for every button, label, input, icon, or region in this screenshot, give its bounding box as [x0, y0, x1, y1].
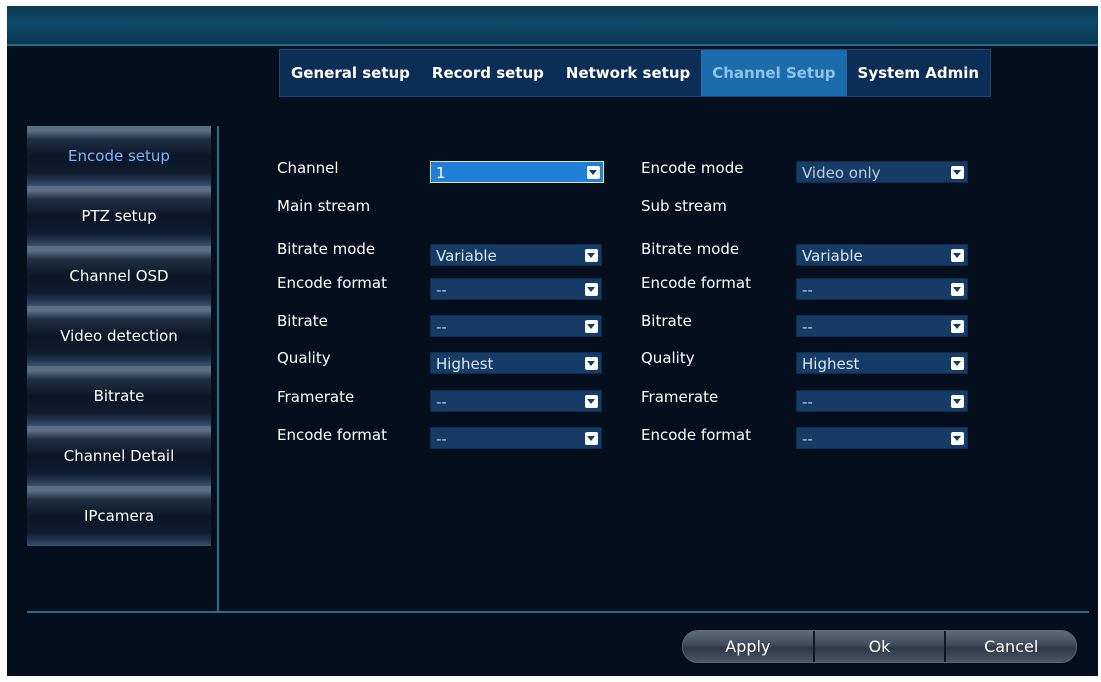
- chevron-down-icon: [951, 249, 964, 262]
- sub-stream-heading: Sub stream: [641, 197, 727, 215]
- sub-encode-format-select[interactable]: --: [796, 278, 968, 300]
- channel-select[interactable]: 1: [430, 161, 604, 183]
- sidebar-item-encode-setup[interactable]: Encode setup: [27, 126, 211, 186]
- main-bitrate-value: --: [436, 318, 447, 336]
- cancel-button[interactable]: Cancel: [946, 631, 1076, 662]
- action-buttons: Apply Ok Cancel: [682, 630, 1077, 663]
- main-quality-label: Quality: [277, 349, 331, 367]
- sub-encode-format-2-select[interactable]: --: [796, 427, 968, 449]
- sidebar-divider: [217, 126, 219, 612]
- sub-bitrate-mode-select[interactable]: Variable: [796, 244, 968, 266]
- chevron-down-icon: [585, 432, 598, 445]
- main-bitrate-mode-select[interactable]: Variable: [430, 244, 602, 266]
- chevron-down-icon: [951, 432, 964, 445]
- sub-quality-value: Highest: [802, 355, 860, 373]
- chevron-down-icon: [585, 283, 598, 296]
- chevron-down-icon: [951, 166, 964, 179]
- sub-framerate-select[interactable]: --: [796, 390, 968, 412]
- encode-mode-label: Encode mode: [641, 159, 744, 177]
- sub-encode-format-2-label: Encode format: [641, 426, 751, 444]
- chevron-down-icon: [951, 283, 964, 296]
- tab-record-setup[interactable]: Record setup: [421, 50, 555, 96]
- tab-channel-setup[interactable]: Channel Setup: [701, 50, 847, 96]
- sub-encode-format-label: Encode format: [641, 274, 751, 292]
- sub-bitrate-select[interactable]: --: [796, 315, 968, 337]
- channel-select-value: 1: [436, 164, 446, 182]
- chevron-down-icon: [951, 357, 964, 370]
- sub-bitrate-value: --: [802, 318, 813, 336]
- encode-mode-select-value: Video only: [802, 164, 881, 182]
- sub-bitrate-label: Bitrate: [641, 312, 692, 330]
- main-encode-format-select[interactable]: --: [430, 278, 602, 300]
- dvr-settings-window: General setup Record setup Network setup…: [7, 6, 1098, 676]
- tab-network-setup[interactable]: Network setup: [555, 50, 701, 96]
- tab-general-setup[interactable]: General setup: [280, 50, 421, 96]
- main-quality-select[interactable]: Highest: [430, 352, 602, 374]
- sub-framerate-value: --: [802, 393, 813, 411]
- sidebar-item-ipcamera[interactable]: IPcamera: [27, 486, 211, 546]
- sidebar: Encode setup PTZ setup Channel OSD Video…: [27, 126, 211, 546]
- main-encode-format-label: Encode format: [277, 274, 387, 292]
- chevron-down-icon: [585, 249, 598, 262]
- channel-label: Channel: [277, 159, 339, 177]
- main-encode-format-2-label: Encode format: [277, 426, 387, 444]
- chevron-down-icon: [585, 357, 598, 370]
- sidebar-item-ptz-setup[interactable]: PTZ setup: [27, 186, 211, 246]
- main-encode-format-2-value: --: [436, 430, 447, 448]
- sidebar-item-video-detection[interactable]: Video detection: [27, 306, 211, 366]
- sub-quality-select[interactable]: Highest: [796, 352, 968, 374]
- main-framerate-value: --: [436, 393, 447, 411]
- tab-system-admin[interactable]: System Admin: [847, 50, 991, 96]
- chevron-down-icon: [587, 166, 600, 179]
- sub-quality-label: Quality: [641, 349, 695, 367]
- sidebar-item-bitrate[interactable]: Bitrate: [27, 366, 211, 426]
- encode-mode-select[interactable]: Video only: [796, 161, 968, 183]
- main-encode-format-value: --: [436, 281, 447, 299]
- apply-button[interactable]: Apply: [683, 631, 815, 662]
- ok-button[interactable]: Ok: [814, 631, 947, 662]
- main-framerate-label: Framerate: [277, 388, 355, 406]
- main-bitrate-mode-value: Variable: [436, 247, 497, 265]
- sidebar-item-channel-osd[interactable]: Channel OSD: [27, 246, 211, 306]
- sub-framerate-label: Framerate: [641, 388, 719, 406]
- main-encode-format-2-select[interactable]: --: [430, 427, 602, 449]
- title-bar: [7, 6, 1098, 46]
- chevron-down-icon: [585, 320, 598, 333]
- chevron-down-icon: [585, 395, 598, 408]
- main-bitrate-select[interactable]: --: [430, 315, 602, 337]
- main-stream-heading: Main stream: [277, 197, 371, 215]
- main-bitrate-label: Bitrate: [277, 312, 328, 330]
- main-quality-value: Highest: [436, 355, 494, 373]
- chevron-down-icon: [951, 395, 964, 408]
- main-bitrate-mode-label: Bitrate mode: [277, 240, 376, 258]
- sub-bitrate-mode-label: Bitrate mode: [641, 240, 740, 258]
- sub-bitrate-mode-value: Variable: [802, 247, 863, 265]
- sub-encode-format-2-value: --: [802, 430, 813, 448]
- top-tabs: General setup Record setup Network setup…: [279, 49, 992, 97]
- sidebar-item-channel-detail[interactable]: Channel Detail: [27, 426, 211, 486]
- chevron-down-icon: [951, 320, 964, 333]
- main-framerate-select[interactable]: --: [430, 390, 602, 412]
- footer-divider: [27, 611, 1089, 613]
- sub-encode-format-value: --: [802, 281, 813, 299]
